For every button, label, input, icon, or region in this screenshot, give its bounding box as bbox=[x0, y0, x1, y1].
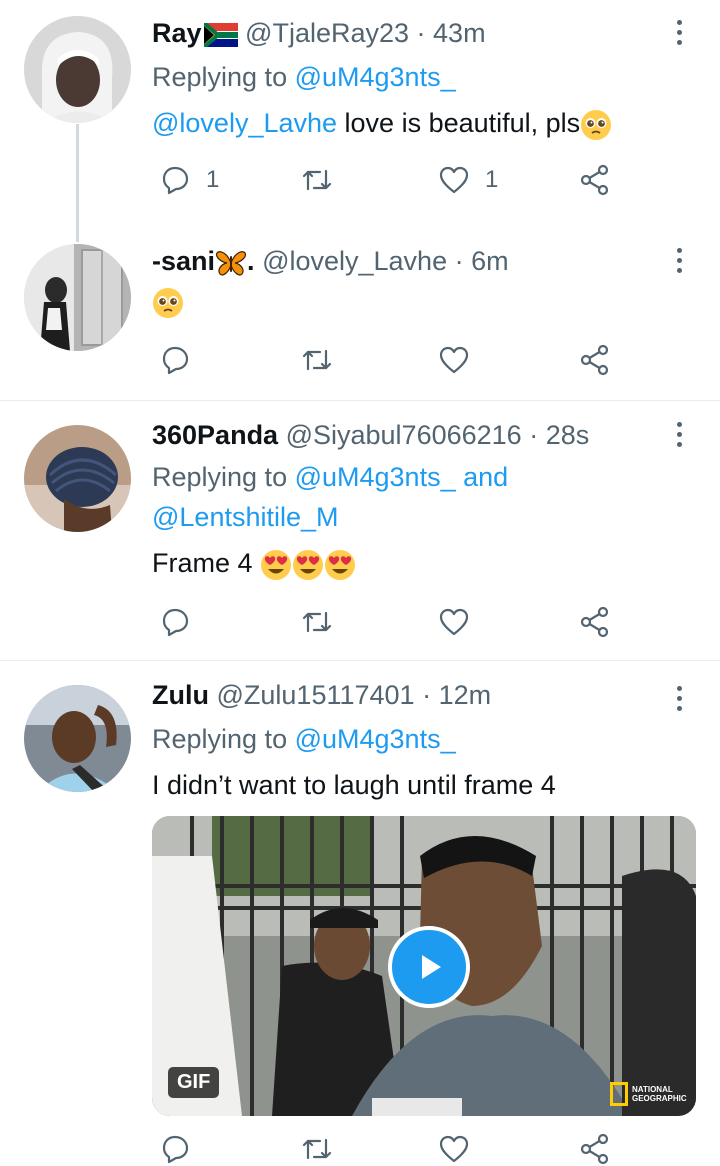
retweet-button[interactable] bbox=[300, 343, 334, 377]
avatar[interactable] bbox=[24, 685, 131, 792]
like-button[interactable]: 1 bbox=[437, 163, 498, 197]
like-button[interactable] bbox=[437, 1132, 471, 1166]
tweet-header: Ray @TjaleRay23 · 43m bbox=[152, 18, 486, 49]
share-button[interactable] bbox=[578, 163, 612, 197]
pleading-face-icon bbox=[153, 287, 183, 318]
reply-count: 1 bbox=[206, 166, 220, 193]
pleading-face-icon bbox=[581, 109, 612, 140]
reply-button[interactable] bbox=[158, 343, 192, 377]
mention-link[interactable]: @lovely_Lavhe bbox=[152, 108, 337, 138]
national-geographic-logo: NATIONAL GEOGRAPHIC bbox=[610, 1082, 687, 1106]
tweet-text bbox=[152, 286, 184, 319]
mention-link[interactable]: @uM4g3nts_ bbox=[295, 62, 456, 92]
replying-to: Replying to @uM4g3nts_ bbox=[152, 724, 456, 755]
tweet-header: 360Panda @Siyabul76066216 · 28s bbox=[152, 420, 589, 451]
heart-icon bbox=[439, 608, 469, 636]
mention-link[interactable]: @uM4g3nts_ bbox=[295, 724, 456, 754]
share-icon bbox=[580, 606, 609, 638]
retweet-icon bbox=[302, 611, 332, 633]
like-button[interactable] bbox=[437, 343, 471, 377]
display-name[interactable]: Ray bbox=[152, 18, 202, 48]
mention-link[interactable]: @Lentshitile_M bbox=[152, 502, 339, 532]
gif-badge: GIF bbox=[168, 1067, 220, 1098]
retweet-icon bbox=[302, 1138, 332, 1160]
more-options-icon[interactable] bbox=[664, 416, 694, 452]
replying-to: Replying to @uM4g3nts_ and bbox=[152, 462, 508, 493]
reply-icon bbox=[162, 608, 189, 637]
south-africa-flag-icon bbox=[203, 22, 238, 47]
handle[interactable]: @Siyabul76066216 bbox=[286, 420, 522, 450]
more-options-icon[interactable] bbox=[664, 680, 694, 716]
heart-icon bbox=[439, 166, 469, 194]
share-icon bbox=[580, 164, 609, 196]
reply-button[interactable] bbox=[158, 605, 192, 639]
display-name[interactable]: 360Panda bbox=[152, 420, 278, 450]
more-options-icon[interactable] bbox=[664, 14, 694, 50]
avatar[interactable] bbox=[24, 16, 131, 123]
gif-media[interactable]: GIF NATIONAL GEOGRAPHIC bbox=[152, 816, 696, 1116]
display-name-suffix: . bbox=[247, 246, 255, 276]
more-options-icon[interactable] bbox=[664, 242, 694, 278]
tweet-header: -sani. @lovely_Lavhe · 6m bbox=[152, 246, 509, 278]
thread-line bbox=[76, 124, 79, 242]
retweet-icon bbox=[302, 169, 332, 191]
tweet-text: @lovely_Lavhe love is beautiful, pls bbox=[152, 108, 612, 141]
like-button[interactable] bbox=[437, 605, 471, 639]
like-count: 1 bbox=[485, 166, 499, 193]
tweet-sani: -sani. @lovely_Lavhe · 6m bbox=[0, 230, 720, 400]
heart-icon bbox=[439, 346, 469, 374]
replying-label: Replying to bbox=[152, 62, 295, 92]
reply-icon bbox=[162, 166, 189, 195]
timestamp[interactable]: · 6m bbox=[455, 246, 509, 276]
tweet-ray: Ray @TjaleRay23 · 43m Replying to @uM4g3… bbox=[0, 0, 720, 242]
share-icon bbox=[580, 1133, 609, 1165]
tweet-text: I didn’t want to laugh until frame 4 bbox=[152, 770, 556, 800]
avatar[interactable] bbox=[24, 425, 131, 532]
retweet-button[interactable] bbox=[300, 1132, 334, 1166]
play-button[interactable] bbox=[388, 926, 470, 1008]
timestamp[interactable]: · 43m bbox=[417, 18, 486, 48]
share-icon bbox=[580, 344, 609, 376]
tweet-header: Zulu @Zulu15117401 · 12m bbox=[152, 680, 491, 711]
share-button[interactable] bbox=[578, 343, 612, 377]
reply-button[interactable]: 1 bbox=[158, 163, 219, 197]
tweet-body: love is beautiful, pls bbox=[337, 108, 581, 138]
retweet-button[interactable] bbox=[300, 605, 334, 639]
butterfly-icon bbox=[216, 251, 247, 276]
timestamp[interactable]: · 12m bbox=[422, 680, 491, 710]
timestamp[interactable]: · 28s bbox=[529, 420, 589, 450]
tweet-body: Frame 4 bbox=[152, 548, 253, 578]
heart-eyes-face-icon bbox=[260, 548, 356, 580]
watermark-text: NATIONAL GEOGRAPHIC bbox=[632, 1085, 687, 1103]
play-icon bbox=[422, 955, 441, 979]
yellow-frame-icon bbox=[610, 1082, 628, 1106]
tweet-text: Frame 4 bbox=[152, 548, 356, 581]
replying-to-continued: @Lentshitile_M bbox=[152, 502, 339, 533]
reply-icon bbox=[162, 346, 189, 375]
share-button[interactable] bbox=[578, 605, 612, 639]
reply-icon bbox=[162, 1135, 189, 1164]
reply-button[interactable] bbox=[158, 1132, 192, 1166]
replying-label: Replying to bbox=[152, 462, 295, 492]
handle[interactable]: @lovely_Lavhe bbox=[262, 246, 447, 276]
mention-link[interactable]: @uM4g3nts_ and bbox=[295, 462, 509, 492]
display-name[interactable]: -sani bbox=[152, 246, 215, 276]
avatar[interactable] bbox=[24, 244, 131, 351]
handle[interactable]: @TjaleRay23 bbox=[245, 18, 409, 48]
replying-label: Replying to bbox=[152, 724, 295, 754]
handle[interactable]: @Zulu15117401 bbox=[217, 680, 415, 710]
display-name[interactable]: Zulu bbox=[152, 680, 209, 710]
tweet-360panda: 360Panda @Siyabul76066216 · 28s Replying… bbox=[0, 401, 720, 660]
share-button[interactable] bbox=[578, 1132, 612, 1166]
heart-icon bbox=[439, 1135, 469, 1163]
replying-to: Replying to @uM4g3nts_ bbox=[152, 62, 456, 93]
retweet-button[interactable] bbox=[300, 163, 334, 197]
retweet-icon bbox=[302, 349, 332, 371]
